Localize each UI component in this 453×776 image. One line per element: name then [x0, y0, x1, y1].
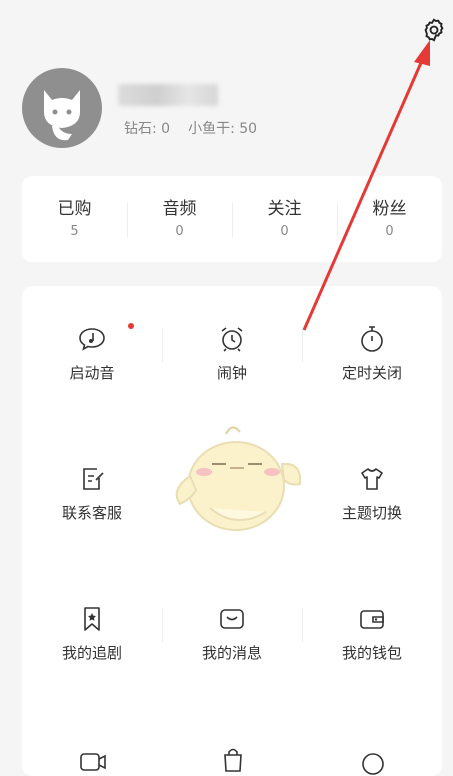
menu-item-label: 我的追剧 — [61, 644, 122, 662]
stat-value: 0 — [385, 224, 394, 239]
menu-item-label: 定时关闭 — [341, 364, 402, 382]
stats-card: 已购 5 音频 0 关注 0 粉丝 0 — [22, 176, 442, 262]
menu-item-sleep-timer[interactable]: 定时关闭 — [302, 286, 442, 406]
chat-music-icon — [79, 328, 105, 351]
stat-label: 关注 — [267, 199, 302, 219]
shopping-bag-icon — [224, 748, 242, 772]
menu-item-label: 主题切换 — [341, 504, 402, 522]
gear-icon — [424, 18, 444, 42]
message-icon — [220, 609, 244, 629]
timer-icon — [361, 326, 383, 352]
settings-button[interactable] — [420, 16, 448, 44]
menu-item-alarm[interactable]: 闹钟 — [162, 286, 302, 406]
stat-label: 已购 — [57, 199, 92, 219]
menu-item-label: 联系客服 — [61, 504, 122, 522]
menu-item-label: 闹钟 — [216, 364, 247, 382]
stat-value: 0 — [175, 224, 184, 239]
video-icon — [80, 753, 106, 771]
coin-count: 小鱼干: 50 — [188, 121, 258, 137]
stat-audio[interactable]: 音频 0 — [127, 197, 232, 241]
menu-item-my-series[interactable]: 我的追剧 — [22, 566, 162, 686]
stat-fans[interactable]: 粉丝 0 — [337, 197, 442, 241]
diamond-count: 钻石: 0 — [124, 121, 171, 137]
shirt-icon — [361, 468, 383, 490]
menu-item-label: 启动音 — [69, 364, 115, 382]
clock-icon — [362, 753, 384, 775]
menu-item-label: 我的消息 — [201, 644, 262, 662]
chick-mascot-image — [175, 426, 302, 531]
edit-note-icon — [83, 468, 104, 490]
username-blurred — [118, 84, 218, 106]
menu-item-my-messages[interactable]: 我的消息 — [162, 566, 302, 686]
menu-item-label: 我的钱包 — [341, 644, 402, 662]
menu-item-startup-sound[interactable]: 启动音 — [22, 286, 162, 406]
stat-following[interactable]: 关注 0 — [232, 197, 337, 241]
stat-value: 5 — [70, 224, 79, 239]
stat-label: 粉丝 — [372, 199, 407, 219]
menu-item-customer-service[interactable]: 联系客服 — [22, 426, 162, 546]
stat-label: 音频 — [162, 199, 197, 219]
red-dot-badge — [128, 323, 134, 329]
wallet-icon — [360, 610, 384, 629]
menu-item-theme-switch[interactable]: 主题切换 — [302, 426, 442, 546]
stat-value: 0 — [280, 224, 289, 239]
wallet-summary: 钻石: 0 小鱼干: 50 — [124, 118, 257, 138]
stat-purchased[interactable]: 已购 5 — [22, 197, 127, 241]
bookmark-icon — [84, 607, 100, 631]
cat-avatar-icon — [44, 90, 80, 141]
menu-item-my-wallet[interactable]: 我的钱包 — [302, 566, 442, 686]
alarm-clock-icon — [221, 327, 243, 352]
avatar[interactable] — [22, 68, 102, 148]
